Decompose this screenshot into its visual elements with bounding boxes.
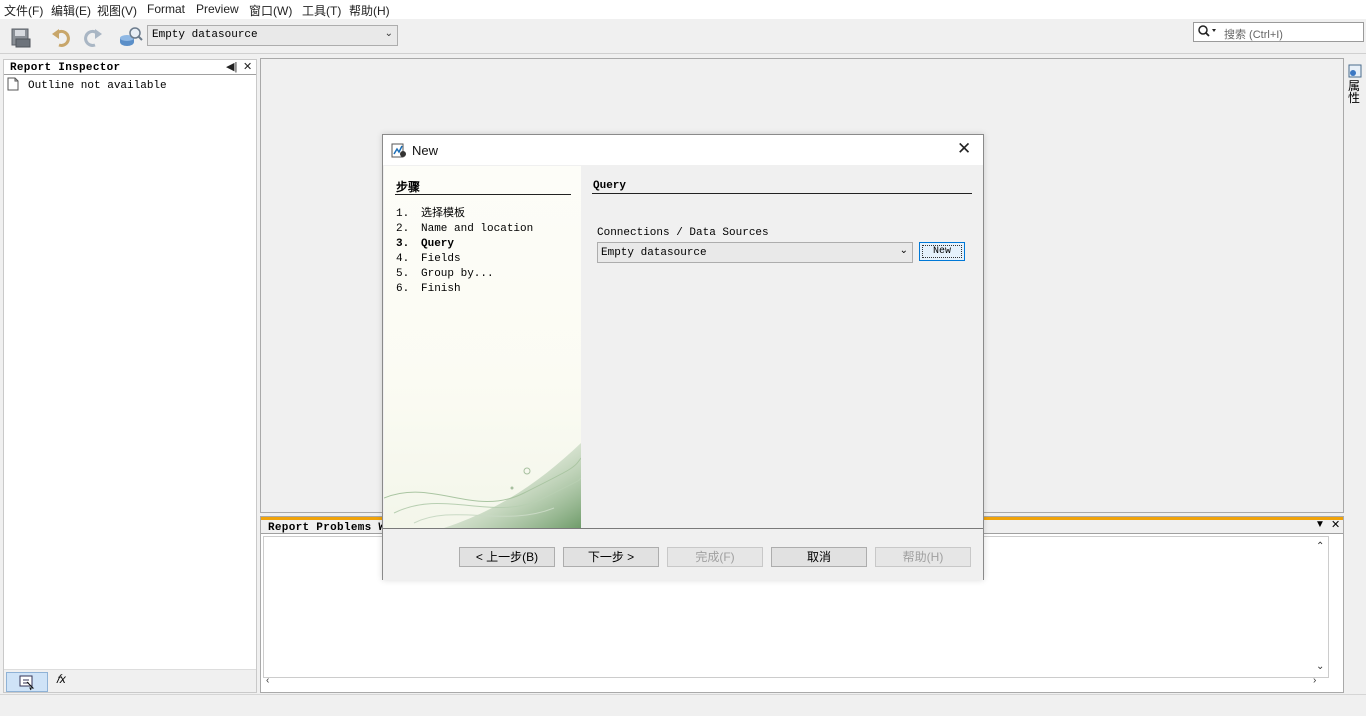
wizard-step-label: Finish <box>421 283 461 295</box>
menu-format[interactable]: Format <box>147 2 185 16</box>
menu-tools[interactable]: 工具(T) <box>302 2 341 19</box>
chevron-down-icon: ⌄ <box>384 28 393 39</box>
wizard-step-label: Query <box>421 238 455 250</box>
dialog-title: New <box>412 143 439 158</box>
menu-window[interactable]: 窗口(W) <box>249 2 292 19</box>
connections-label: Connections / Data Sources <box>597 227 769 239</box>
minimize-icon[interactable]: ◀| <box>226 60 237 73</box>
decorative-swirl-graphic <box>384 443 581 528</box>
outline-status: Outline not available <box>28 80 167 92</box>
menu-preview[interactable]: Preview <box>196 2 239 16</box>
app-icon <box>391 142 407 161</box>
steps-divider <box>395 194 571 195</box>
new-datasource-button[interactable]: New <box>919 242 965 261</box>
wizard-step: 2. Name and location <box>396 222 533 237</box>
minimize-icon[interactable]: ▼ <box>1315 519 1325 530</box>
wizard-step: 5. Group by... <box>396 267 533 282</box>
menu-view[interactable]: 视图(V) <box>97 2 137 19</box>
dialog-footer: < 上一步(B) 下一步 > 完成(F) 取消 帮助(H) <box>383 528 983 580</box>
datasource-icon[interactable] <box>118 25 143 49</box>
datasource-value: Empty datasource <box>152 29 258 41</box>
query-panel: Query Connections / Data Sources Empty d… <box>582 166 982 528</box>
status-bar <box>0 694 1366 716</box>
query-divider <box>592 193 972 194</box>
close-icon[interactable]: ✕ <box>1331 518 1340 531</box>
chevron-down-icon: ⌄ <box>899 245 908 256</box>
wizard-step-label: 选择模板 <box>421 208 465 220</box>
inspector-title: Report Inspector <box>10 62 121 74</box>
menu-edit[interactable]: 编辑(E) <box>51 2 91 19</box>
cancel-button[interactable]: 取消 <box>771 547 867 567</box>
steps-list: 1. 选择模板 2. Name and location 3. Query 4. Fields… <box>396 207 533 297</box>
scroll-right-icon[interactable]: › <box>1313 675 1316 686</box>
wizard-step: 3. Query <box>396 237 533 252</box>
wizard-step-label: Fields <box>421 253 461 265</box>
datasource-select[interactable]: Empty datasource ⌄ <box>147 25 398 46</box>
wizard-step-number: 3. <box>396 238 410 250</box>
new-button-label: New <box>932 246 951 257</box>
properties-tab-label[interactable]: 属性 <box>1348 80 1362 104</box>
wizard-step-number: 5. <box>396 268 410 280</box>
finish-button[interactable]: 完成(F) <box>667 547 763 567</box>
scroll-left-icon[interactable]: ‹ <box>266 675 269 686</box>
connections-select[interactable]: Empty datasource ⌄ <box>597 242 913 263</box>
connections-value: Empty datasource <box>601 247 707 259</box>
search-placeholder: 搜索 (Ctrl+I) <box>1224 29 1283 41</box>
search-icon[interactable] <box>1197 24 1219 41</box>
wizard-step-number: 1. <box>396 208 410 220</box>
document-icon <box>7 77 19 94</box>
menu-bar: 文件(F) 编辑(E) 视图(V) Format Preview 窗口(W) 工… <box>0 0 1366 19</box>
undo-icon[interactable] <box>50 25 74 49</box>
problems-title[interactable]: Report Problems W <box>268 522 385 534</box>
next-button[interactable]: 下一步 > <box>563 547 659 567</box>
scroll-up-icon[interactable]: ⌃ <box>1316 541 1324 552</box>
toolbar: Empty datasource ⌄ 搜索 (Ctrl+I) <box>0 19 1366 54</box>
wizard-steps-panel: 步骤 1. 选择模板 2. Name and location 3. Query 4. Fie… <box>384 166 581 528</box>
new-report-dialog: New ✕ 步骤 1. 选择模板 2. Name and location 3. Quer… <box>382 134 984 580</box>
close-icon[interactable]: ✕ <box>957 140 971 157</box>
inspector-bottom-bar: 𝑓x <box>4 669 256 692</box>
search-input[interactable]: 搜索 (Ctrl+I) <box>1193 22 1364 42</box>
help-button[interactable]: 帮助(H) <box>875 547 971 567</box>
wizard-step-label: Group by... <box>421 268 494 280</box>
expression-icon[interactable]: 𝑓x <box>56 672 66 687</box>
wizard-step-label: Name and location <box>421 223 534 235</box>
right-side-strip: 属性 <box>1344 58 1366 518</box>
dialog-titlebar: New ✕ <box>383 135 983 165</box>
menu-help[interactable]: 帮助(H) <box>349 2 390 19</box>
wizard-step: 4. Fields <box>396 252 533 267</box>
scroll-down-icon[interactable]: ⌄ <box>1316 661 1324 672</box>
save-icon[interactable] <box>10 25 34 49</box>
wizard-step-number: 2. <box>396 223 410 235</box>
inspector-view-tab[interactable] <box>6 672 48 692</box>
query-heading: Query <box>593 180 627 192</box>
close-icon[interactable]: ✕ <box>243 60 252 73</box>
menu-file[interactable]: 文件(F) <box>4 2 43 19</box>
back-button[interactable]: < 上一步(B) <box>459 547 555 567</box>
wizard-step-number: 4. <box>396 253 410 265</box>
wizard-step: 6. Finish <box>396 282 533 297</box>
redo-icon[interactable] <box>80 25 104 49</box>
inspector-header: Report Inspector ◀| ✕ <box>4 60 256 75</box>
wizard-step: 1. 选择模板 <box>396 207 533 222</box>
wizard-step-number: 6. <box>396 283 410 295</box>
steps-heading: 步骤 <box>396 180 421 194</box>
report-inspector-panel: Report Inspector ◀| ✕ Outline not availa… <box>3 59 257 693</box>
